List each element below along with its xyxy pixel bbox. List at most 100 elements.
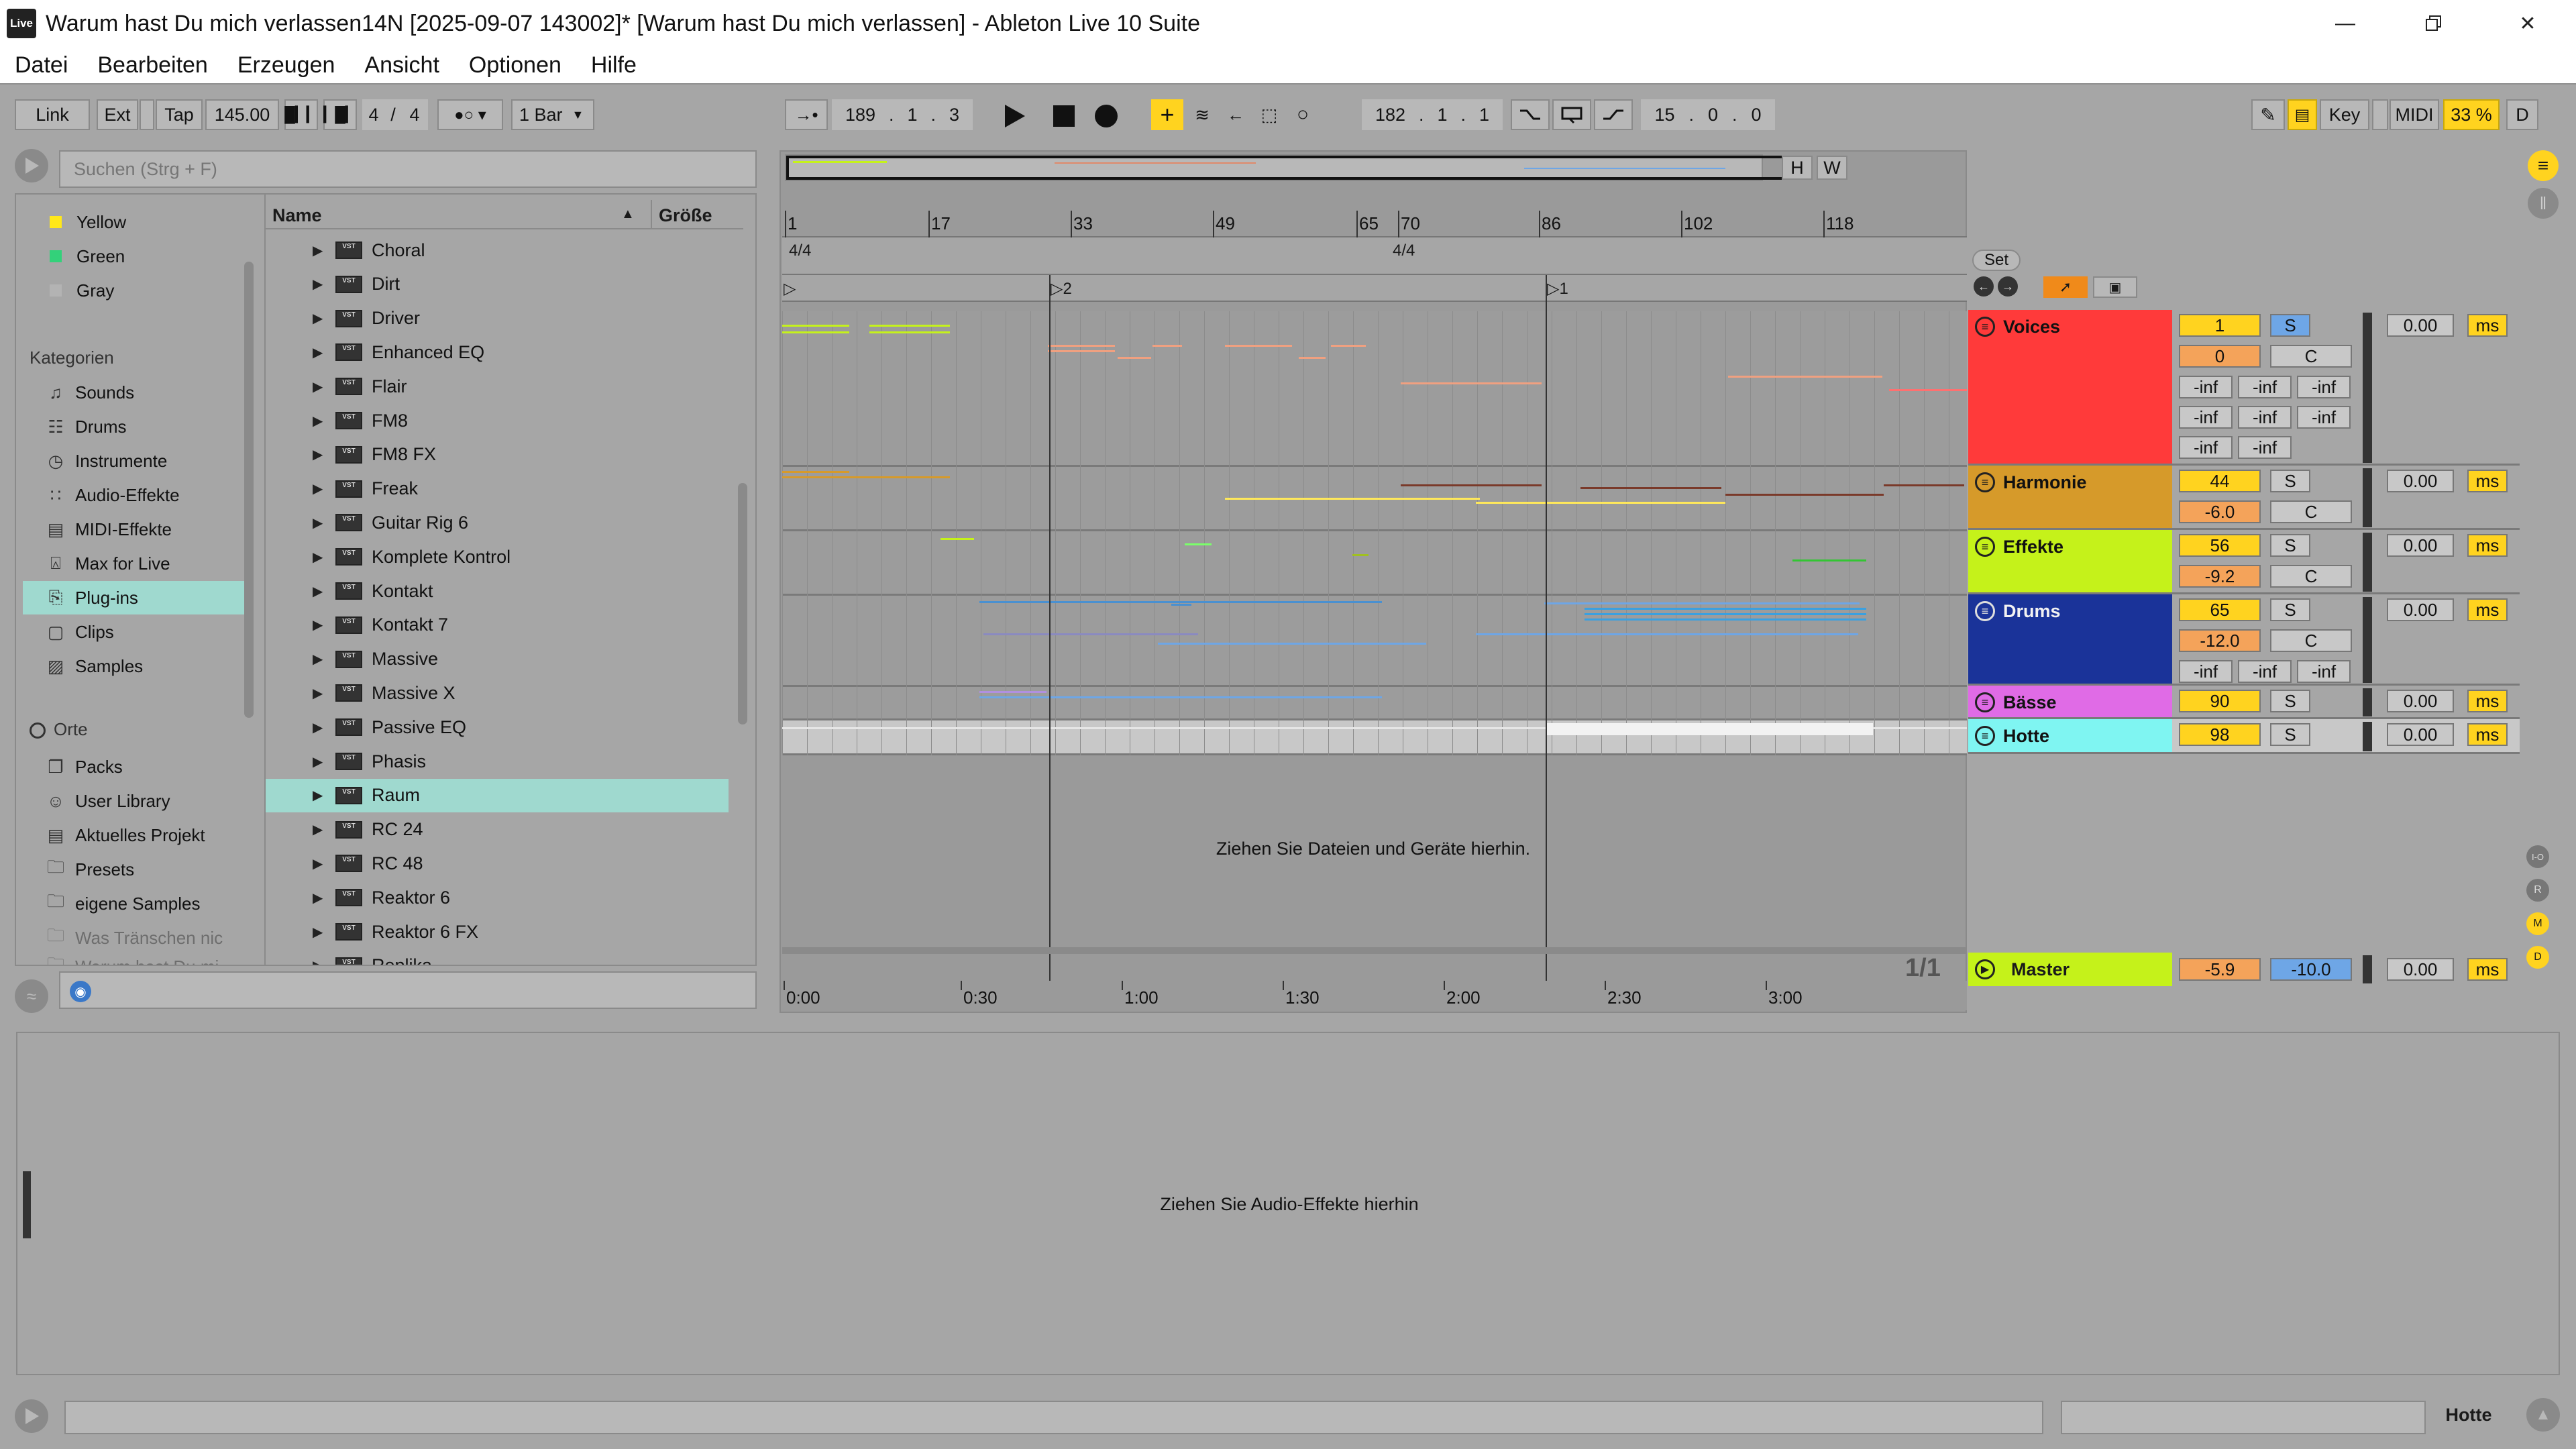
sidebar-item-audio-effekte[interactable]: ∷ Audio-Effekte: [16, 478, 231, 512]
midi-clip-note[interactable]: [869, 325, 950, 327]
midi-clip-note[interactable]: [1884, 484, 1964, 486]
automation-arm-icon[interactable]: ≋: [1186, 99, 1218, 130]
track-lane[interactable]: [782, 720, 1967, 755]
midi-clip-note[interactable]: [1152, 345, 1182, 347]
track-delay[interactable]: 0.00: [2387, 314, 2454, 337]
midi-clip-note[interactable]: [1401, 484, 1542, 486]
automation-mode-icon[interactable]: ➚: [2043, 276, 2088, 298]
plugin-item[interactable]: ▶ VST Freak: [266, 472, 729, 506]
search-input[interactable]: [60, 152, 755, 186]
restore-icon[interactable]: [2396, 0, 2471, 47]
returns-section-button[interactable]: R: [2526, 879, 2549, 902]
sort-ascending-icon[interactable]: ▲: [621, 207, 635, 222]
track-header[interactable]: ≡ Hotte: [1968, 719, 2172, 754]
midi-clip-note[interactable]: [1476, 633, 1858, 635]
track-pan[interactable]: -9.2: [2179, 565, 2261, 588]
master-delay[interactable]: 0.00: [2387, 958, 2454, 981]
send-value[interactable]: -inf: [2179, 660, 2233, 683]
session-record-icon[interactable]: ○: [1287, 99, 1319, 130]
track-fold-icon[interactable]: ≡: [1975, 537, 1995, 557]
preview-bar[interactable]: ◉: [59, 971, 757, 1009]
mixer-section-button[interactable]: M: [2526, 912, 2549, 935]
send-value[interactable]: -inf: [2238, 376, 2292, 398]
expand-triangle-icon[interactable]: ▶: [313, 924, 326, 941]
sidebar-item-clips[interactable]: ▢ Clips: [16, 615, 231, 649]
expand-triangle-icon[interactable]: ▶: [313, 719, 326, 736]
punch-out-icon[interactable]: [1594, 99, 1633, 130]
midi-clip-note[interactable]: [1158, 643, 1426, 645]
midi-clip-note[interactable]: [979, 696, 1382, 698]
solo-button[interactable]: S: [2270, 598, 2310, 621]
locator-marker[interactable]: ▷2: [1051, 279, 1072, 299]
midi-clip-note[interactable]: [1725, 494, 1884, 496]
track-fold-icon[interactable]: ≡: [1975, 601, 1995, 621]
track-fold-icon[interactable]: ≡: [1975, 726, 1995, 746]
time-signature-marker[interactable]: 4/4: [1393, 241, 1415, 260]
midi-clip-note[interactable]: [782, 471, 849, 473]
midi-clip-note[interactable]: [1544, 602, 1860, 604]
midi-clip-note[interactable]: [1580, 487, 1721, 489]
plugin-item[interactable]: ▶ VST RC 48: [266, 847, 729, 880]
metronome-toggle-icon[interactable]: ●○ ▾: [437, 99, 503, 130]
track-pan[interactable]: -6.0: [2179, 500, 2261, 523]
loop-length-field[interactable]: 15. 0. 0: [1641, 99, 1775, 130]
expand-triangle-icon[interactable]: ▶: [313, 957, 326, 965]
color-tag-green[interactable]: Green: [16, 239, 231, 273]
track-number[interactable]: 98: [2179, 723, 2261, 746]
expand-triangle-icon[interactable]: ▶: [313, 515, 326, 531]
locator-start-icon[interactable]: ▷: [784, 279, 796, 299]
send-value[interactable]: -inf: [2238, 436, 2292, 459]
midi-clip-note[interactable]: [1048, 350, 1115, 352]
menu-erzeugen[interactable]: Erzeugen: [223, 52, 350, 78]
signature-denominator[interactable]: 4: [401, 99, 428, 130]
send-value[interactable]: -inf: [2297, 406, 2351, 429]
sidebar-item-packs[interactable]: ❐ Packs: [16, 750, 231, 784]
expand-triangle-icon[interactable]: ▶: [313, 890, 326, 906]
time-signature-marker[interactable]: 4/4: [789, 241, 811, 260]
delay-section-button[interactable]: D: [2526, 946, 2549, 969]
column-name[interactable]: Name: [272, 205, 322, 226]
midi-clip-note[interactable]: [1352, 554, 1368, 556]
midi-clip-note[interactable]: [979, 691, 1046, 693]
plugin-item[interactable]: ▶ VST Replika: [266, 949, 729, 965]
tap-button[interactable]: Tap: [156, 99, 203, 130]
track-delay-unit[interactable]: ms: [2467, 598, 2508, 621]
browser-toggle-icon[interactable]: [15, 149, 48, 182]
midi-clip-note[interactable]: [941, 538, 974, 540]
track-number[interactable]: 65: [2179, 598, 2261, 621]
track-lane[interactable]: [782, 467, 1967, 531]
plugin-item[interactable]: ▶ VST RC 24: [266, 813, 729, 847]
sidebar-item-instrumente[interactable]: ◷ Instrumente: [16, 444, 231, 478]
expand-triangle-icon[interactable]: ▶: [313, 685, 326, 702]
overdub-icon[interactable]: +: [1151, 99, 1183, 130]
close-icon[interactable]: ✕: [2490, 0, 2565, 47]
menu-bearbeiten[interactable]: Bearbeiten: [83, 52, 222, 78]
plugin-item[interactable]: ▶ VST Enhanced EQ: [266, 335, 729, 369]
signature-lane[interactable]: 4/4 4/4: [782, 237, 1967, 275]
track-number[interactable]: 1: [2179, 314, 2261, 337]
sidebar-scrollbar[interactable]: [244, 262, 254, 718]
plugin-item[interactable]: ▶ VST Phasis: [266, 745, 729, 778]
color-tag-yellow[interactable]: Yellow: [16, 205, 231, 239]
plugin-item[interactable]: ▶ VST Passive EQ: [266, 710, 729, 744]
play-icon[interactable]: [1004, 105, 1025, 131]
quantize-dropdown[interactable]: 1 Bar ▼: [511, 99, 594, 130]
arrangement-position[interactable]: 189. 1. 3: [832, 99, 973, 130]
expand-triangle-icon[interactable]: ▶: [313, 242, 326, 259]
master-play-icon[interactable]: ▶: [1975, 959, 1995, 979]
draw-mode-icon[interactable]: ✎: [2251, 99, 2285, 130]
center-button[interactable]: C: [2270, 500, 2352, 523]
plugin-item[interactable]: ▶ VST Reaktor 6: [266, 881, 729, 914]
midi-clip-note[interactable]: [1547, 723, 1873, 735]
sidebar-item-drums[interactable]: ☷ Drums: [16, 410, 231, 443]
device-view-toggle-icon[interactable]: [15, 1399, 48, 1433]
expand-triangle-icon[interactable]: ▶: [313, 651, 326, 667]
sidebar-item-eigene-samples[interactable]: 🗀 eigene Samples: [16, 887, 231, 920]
send-value[interactable]: -inf: [2238, 406, 2292, 429]
midi-clip-note[interactable]: [979, 601, 1382, 603]
sidebar-item-sounds[interactable]: ♫ Sounds: [16, 376, 231, 409]
center-button[interactable]: C: [2270, 565, 2352, 588]
sidebar-item-plug-ins[interactable]: ⎘ Plug-ins: [23, 581, 244, 614]
master-delay-unit[interactable]: ms: [2467, 958, 2508, 981]
track-fold-icon[interactable]: ≡: [1975, 317, 1995, 337]
